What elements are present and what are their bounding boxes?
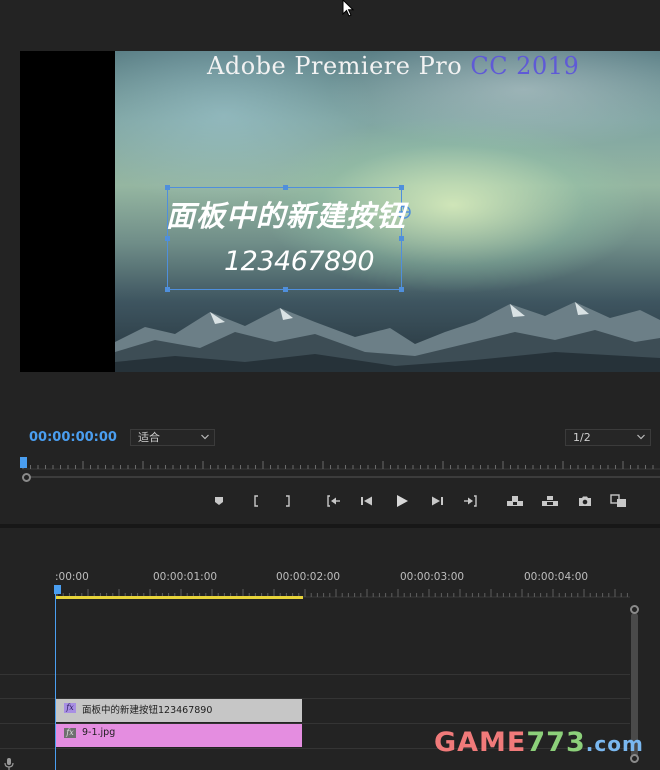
mountain-range — [115, 302, 660, 372]
sequence-playhead[interactable] — [54, 585, 61, 594]
work-area-bar[interactable] — [56, 596, 303, 599]
zoom-fit-value: 适合 — [138, 431, 160, 444]
extract-icon — [542, 496, 558, 506]
playhead-timecode[interactable]: 00:00:00:00 — [29, 430, 117, 445]
extract-button[interactable] — [540, 492, 560, 510]
export-frame-button[interactable] — [575, 492, 595, 510]
go-to-out-button[interactable] — [461, 492, 481, 510]
play-button[interactable] — [392, 492, 412, 510]
text-layer-line-1: 面板中的新建按钮 — [166, 199, 407, 233]
zoom-fit-select[interactable]: 适合 — [130, 429, 215, 446]
overlay-title-version: CC 2019 — [470, 52, 580, 80]
mark-out-button[interactable] — [278, 492, 298, 510]
play-icon — [397, 495, 408, 507]
lift-button[interactable] — [505, 492, 525, 510]
monitor-zoom-scrollbar[interactable] — [23, 476, 660, 478]
microphone-icon[interactable] — [3, 757, 15, 770]
clip-label: 面板中的新建按钮123467890 — [82, 705, 213, 716]
step-back-icon — [361, 496, 372, 506]
watermark-part-3: .com — [585, 732, 644, 756]
go-to-out-icon — [464, 495, 477, 507]
resize-handle-left[interactable] — [165, 236, 170, 241]
ruler-label-3: 00:00:03:00 — [400, 571, 465, 583]
zoom-scrollbar-handle[interactable] — [22, 473, 31, 482]
resize-handle-right[interactable] — [399, 236, 404, 241]
lift-icon — [507, 496, 523, 506]
track-divider — [0, 674, 630, 675]
program-monitor: Adobe Premiere Pro CC 2019 面板中的新建按钮 1234… — [0, 0, 660, 524]
overlay-title: Adobe Premiere Pro CC 2019 — [207, 52, 579, 80]
overlay-title-name: Adobe Premiere Pro — [207, 52, 463, 80]
chevron-down-icon — [201, 434, 209, 440]
ruler-label-2: 00:00:02:00 — [276, 571, 341, 583]
resize-handle-top[interactable] — [283, 185, 288, 190]
clip-label: 9-1.jpg — [82, 727, 116, 738]
sequence-playhead-line[interactable] — [55, 594, 56, 770]
mark-in-button[interactable] — [246, 492, 266, 510]
step-forward-icon — [432, 496, 443, 506]
comparison-icon — [610, 494, 626, 507]
monitor-time-ruler[interactable] — [22, 456, 660, 470]
ruler-label-0: :00:00 — [55, 571, 89, 583]
resize-handle-top-right[interactable] — [399, 185, 404, 190]
scrollbar-handle-top[interactable] — [630, 605, 639, 614]
monitor-playhead[interactable] — [20, 457, 27, 468]
playback-resolution-select[interactable]: 1/2 — [565, 429, 651, 446]
playback-resolution-value: 1/2 — [573, 431, 591, 444]
mark-out-icon — [286, 495, 290, 507]
ruler-label-1: 00:00:01:00 — [153, 571, 218, 583]
chevron-down-icon — [637, 434, 645, 440]
fx-badge-icon: fx — [64, 703, 76, 713]
image-clip[interactable]: fx 9-1.jpg — [56, 724, 302, 747]
resize-handle-bottom-right[interactable] — [399, 287, 404, 292]
go-to-in-button[interactable] — [323, 492, 343, 510]
add-marker-button[interactable] — [209, 492, 229, 510]
watermark-part-2: 773 — [526, 727, 586, 758]
watermark-part-1: GAME — [434, 727, 527, 758]
resize-handle-top-left[interactable] — [165, 185, 170, 190]
text-layer-line-2: 123467890 — [224, 246, 375, 277]
mouse-cursor-icon — [342, 0, 355, 17]
fx-badge-icon: fx — [64, 728, 76, 738]
step-forward-button[interactable] — [427, 492, 447, 510]
ruler-label-4: 00:00:04:00 — [524, 571, 589, 583]
go-to-in-icon — [327, 495, 340, 507]
step-back-button[interactable] — [357, 492, 377, 510]
site-watermark: GAME773.com — [434, 727, 644, 758]
comparison-view-button[interactable] — [609, 492, 629, 510]
marker-icon — [215, 497, 223, 505]
camera-icon — [579, 496, 591, 506]
mark-in-icon — [254, 495, 258, 507]
resize-handle-bottom-left[interactable] — [165, 287, 170, 292]
resize-handle-bottom[interactable] — [283, 287, 288, 292]
title-clip[interactable]: fx 面板中的新建按钮123467890 — [56, 699, 302, 722]
